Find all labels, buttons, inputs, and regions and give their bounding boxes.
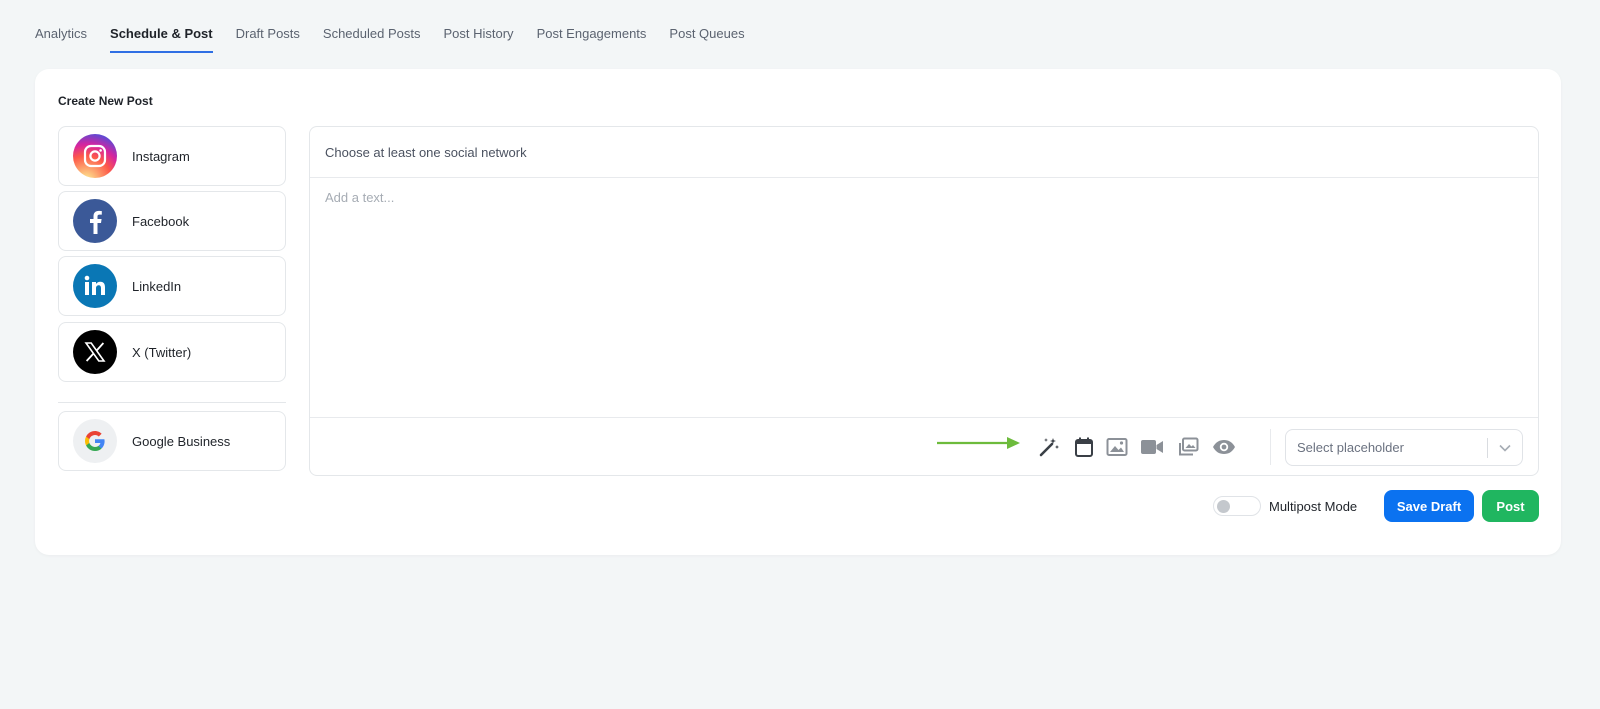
arrow-annotation [937,437,1020,449]
network-name: LinkedIn [132,278,182,294]
post-button[interactable]: Post [1482,490,1539,522]
gallery-icon[interactable] [1176,435,1200,459]
network-instagram[interactable]: Instagram [58,126,286,186]
tab-post-queues[interactable]: Post Queues [669,26,744,53]
placeholder-select-value: Select placeholder [1297,440,1404,455]
tab-post-engagements[interactable]: Post Engagements [537,26,647,53]
network-linkedin[interactable]: LinkedIn [58,256,286,316]
network-divider [58,402,286,403]
multipost-toggle[interactable] [1213,496,1261,516]
network-facebook[interactable]: Facebook [58,191,286,251]
placeholder-select[interactable]: Select placeholder [1285,429,1523,466]
toolbar-divider [1270,429,1271,465]
linkedin-icon [73,264,117,308]
facebook-icon [73,199,117,243]
post-text-input[interactable] [325,190,1515,410]
x-twitter-icon [73,330,117,374]
create-post-card: Create New Post Instagram Facebook Linke… [35,69,1561,555]
network-name: Instagram [132,148,190,164]
magic-wand-icon[interactable] [1037,435,1061,459]
tab-scheduled-posts[interactable]: Scheduled Posts [323,26,421,53]
network-name: Google Business [132,433,231,449]
tab-schedule-post[interactable]: Schedule & Post [110,26,213,53]
composer-toolbar: Select placeholder [310,417,1538,475]
network-hint: Choose at least one social network [310,127,1538,178]
image-icon[interactable] [1105,435,1129,459]
tab-draft-posts[interactable]: Draft Posts [236,26,300,53]
video-icon[interactable] [1140,435,1164,459]
chevron-down-icon[interactable] [1488,444,1522,452]
preview-eye-icon[interactable] [1212,435,1236,459]
tab-post-history[interactable]: Post History [443,26,513,53]
google-icon [73,419,117,463]
toggle-knob [1217,500,1230,513]
multipost-label: Multipost Mode [1269,499,1358,514]
tab-analytics[interactable]: Analytics [35,26,87,53]
top-tabs: Analytics Schedule & Post Draft Posts Sc… [35,0,745,53]
save-draft-button[interactable]: Save Draft [1384,490,1474,522]
network-x-twitter[interactable]: X (Twitter) [58,322,286,382]
network-name: X (Twitter) [132,344,192,360]
card-title: Create New Post [58,94,153,108]
instagram-icon [73,134,117,178]
network-name: Facebook [132,213,190,229]
post-composer: Choose at least one social network Add a… [309,126,1539,476]
calendar-icon[interactable] [1072,435,1096,459]
network-google-business[interactable]: Google Business [58,411,286,471]
